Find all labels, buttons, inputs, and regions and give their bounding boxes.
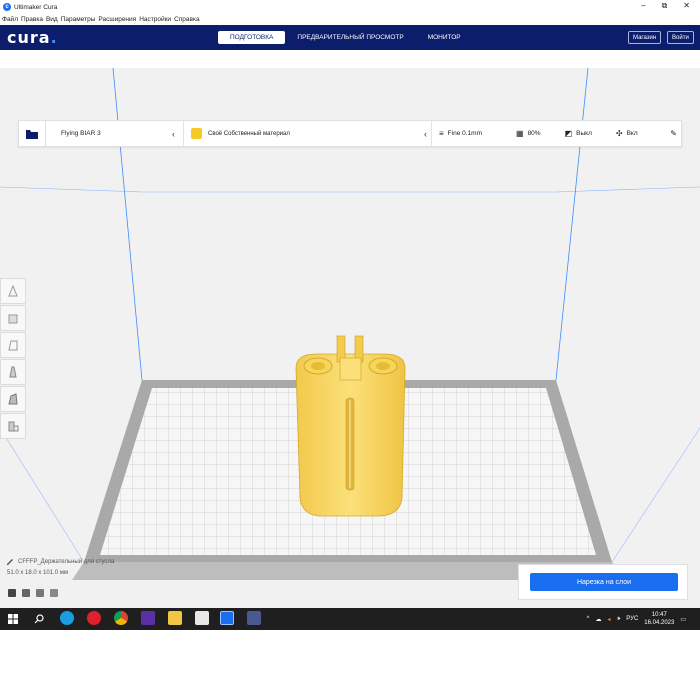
- scale-icon: [8, 314, 18, 324]
- cura-logo: cura.: [7, 28, 58, 47]
- windows-taskbar: ^ ☁ ◂ 🕩 РУС 10:47 16.04.2023 ▭: [0, 608, 700, 630]
- windows-start-icon[interactable]: [8, 614, 18, 624]
- scale-tool-button[interactable]: [0, 305, 26, 331]
- app-icon-window[interactable]: [247, 611, 261, 625]
- sign-in-button[interactable]: Войти: [667, 31, 694, 44]
- chevron-left-icon: ‹: [172, 128, 175, 139]
- adhesion-value: Вкл: [626, 130, 638, 137]
- minimize-button[interactable]: –: [641, 1, 645, 11]
- menu-view[interactable]: Вид: [46, 16, 58, 23]
- menu-extensions[interactable]: Расширения: [98, 16, 136, 23]
- stage-tabs: ПОДГОТОВКА ПРЕДВАРИТЕЛЬНЫЙ ПРОСМОТР МОНИ…: [218, 31, 473, 44]
- notifications-icon[interactable]: ▭: [680, 616, 686, 623]
- profile-value: Fine 0.1mm: [447, 130, 482, 137]
- slice-panel: Нарезка на слои: [518, 564, 688, 600]
- language-indicator[interactable]: РУС: [626, 616, 638, 622]
- tab-monitor[interactable]: МОНИТОР: [416, 31, 473, 44]
- system-tray: ^ ☁ ◂ 🕩 РУС 10:47 16.04.2023 ▭: [587, 611, 686, 627]
- support-value: Выкл: [576, 130, 592, 137]
- print-setup-toolbar: Flying BIAR 3 ‹ Своё Собственный материа…: [18, 120, 682, 147]
- mirror-icon: [9, 366, 17, 378]
- cura-app-icon: c: [3, 3, 11, 11]
- per-model-settings-icon: [8, 393, 18, 405]
- viewport[interactable]: CFFFP_Держательный для стусла 51.0 x 18.…: [0, 68, 700, 630]
- profile-icon: ≡: [439, 129, 444, 138]
- close-button[interactable]: ✕: [683, 1, 690, 11]
- chevron-left-icon: ‹: [424, 128, 427, 139]
- maximize-button[interactable]: ⧉: [662, 1, 668, 11]
- printer-name: Flying BIAR 3: [61, 130, 101, 137]
- mirror-tool-button[interactable]: [0, 359, 26, 385]
- edit-settings-icon[interactable]: ✎: [670, 129, 677, 138]
- tab-preview[interactable]: ПРЕДВАРИТЕЛЬНЫЙ ПРОСМОТР: [285, 31, 415, 44]
- object-actions: [8, 589, 58, 597]
- material-selector[interactable]: Своё Собственный материал ‹: [191, 121, 431, 146]
- menu-help[interactable]: Справка: [174, 16, 200, 23]
- per-model-settings-button[interactable]: [0, 386, 26, 412]
- cura-header: cura. ПОДГОТОВКА ПРЕДВАРИТЕЛЬНЫЙ ПРОСМОТ…: [0, 25, 700, 50]
- tab-prepare[interactable]: ПОДГОТОВКА: [218, 31, 286, 44]
- open-file-button[interactable]: [18, 120, 46, 147]
- opera-browser-icon[interactable]: [87, 611, 101, 625]
- chevron-up-icon[interactable]: ^: [587, 616, 590, 622]
- menu-settings[interactable]: Параметры: [61, 16, 96, 23]
- file-explorer-icon[interactable]: [168, 611, 182, 625]
- side-view-icon[interactable]: [36, 589, 44, 597]
- object-dimensions: 51.0 x 18.0 x 101.0 мм: [7, 570, 68, 576]
- menu-bar: Файл Правка Вид Параметры Расширения Нас…: [0, 14, 700, 25]
- rotate-icon: [8, 340, 18, 351]
- object-name: CFFFP_Держательный для стусла: [18, 559, 115, 565]
- app-icon-bz[interactable]: [195, 611, 209, 625]
- menu-edit[interactable]: Правка: [21, 16, 43, 23]
- clock-time: 10:47: [651, 612, 667, 618]
- material-name: Своё Собственный материал: [208, 130, 290, 137]
- tool-panel: [0, 278, 26, 440]
- build-volume-scene: [0, 68, 700, 614]
- support-icon: ◩: [564, 129, 573, 138]
- search-icon[interactable]: [34, 614, 44, 624]
- volume-icon[interactable]: 🕩: [617, 616, 621, 623]
- volume-edge-back-left: [112, 68, 143, 381]
- slice-button[interactable]: Нарезка на слои: [530, 573, 678, 591]
- folder-icon: [26, 129, 38, 139]
- cura-taskbar-icon[interactable]: [220, 611, 234, 625]
- cube-icon[interactable]: [8, 589, 16, 597]
- network-icon[interactable]: ◂: [607, 616, 610, 623]
- infill-icon: ▦: [516, 129, 524, 138]
- cloud-icon[interactable]: ☁: [595, 616, 601, 623]
- pencil-icon[interactable]: [6, 558, 14, 566]
- clock[interactable]: 10:47 16.04.2023: [644, 611, 674, 627]
- move-icon: [8, 284, 18, 297]
- infill-value: 80%: [527, 130, 541, 137]
- print-settings-selector[interactable]: ≡ Fine 0.1mm ▦ 80% ◩ Выкл ✣ Вкл ✎: [439, 121, 679, 146]
- model-holder[interactable]: [295, 335, 406, 517]
- object-info: CFFFP_Держательный для стусла 51.0 x 18.…: [6, 558, 114, 576]
- window-title: Ultimaker Cura: [14, 3, 58, 11]
- printer-selector[interactable]: Flying BIAR 3 ‹: [61, 121, 181, 146]
- support-blocker-button[interactable]: [0, 413, 26, 439]
- rotate-tool-button[interactable]: [0, 332, 26, 358]
- top-view-icon[interactable]: [50, 589, 58, 597]
- menu-file[interactable]: Файл: [2, 16, 18, 23]
- move-tool-button[interactable]: [0, 278, 26, 304]
- menu-preferences[interactable]: Настройки: [139, 16, 171, 23]
- edge-browser-icon[interactable]: [60, 611, 74, 625]
- app-icon-purple[interactable]: [141, 611, 155, 625]
- material-color-icon: [191, 128, 202, 139]
- chrome-browser-icon[interactable]: [114, 611, 128, 625]
- marketplace-button[interactable]: Магазин: [628, 31, 662, 44]
- window-titlebar: c Ultimaker Cura – ⧉ ✕: [0, 0, 700, 14]
- volume-edge-back-right: [555, 68, 589, 381]
- front-view-icon[interactable]: [22, 589, 30, 597]
- support-blocker-icon: [8, 421, 19, 432]
- adhesion-icon: ✣: [615, 129, 623, 138]
- clock-date: 16.04.2023: [644, 620, 675, 626]
